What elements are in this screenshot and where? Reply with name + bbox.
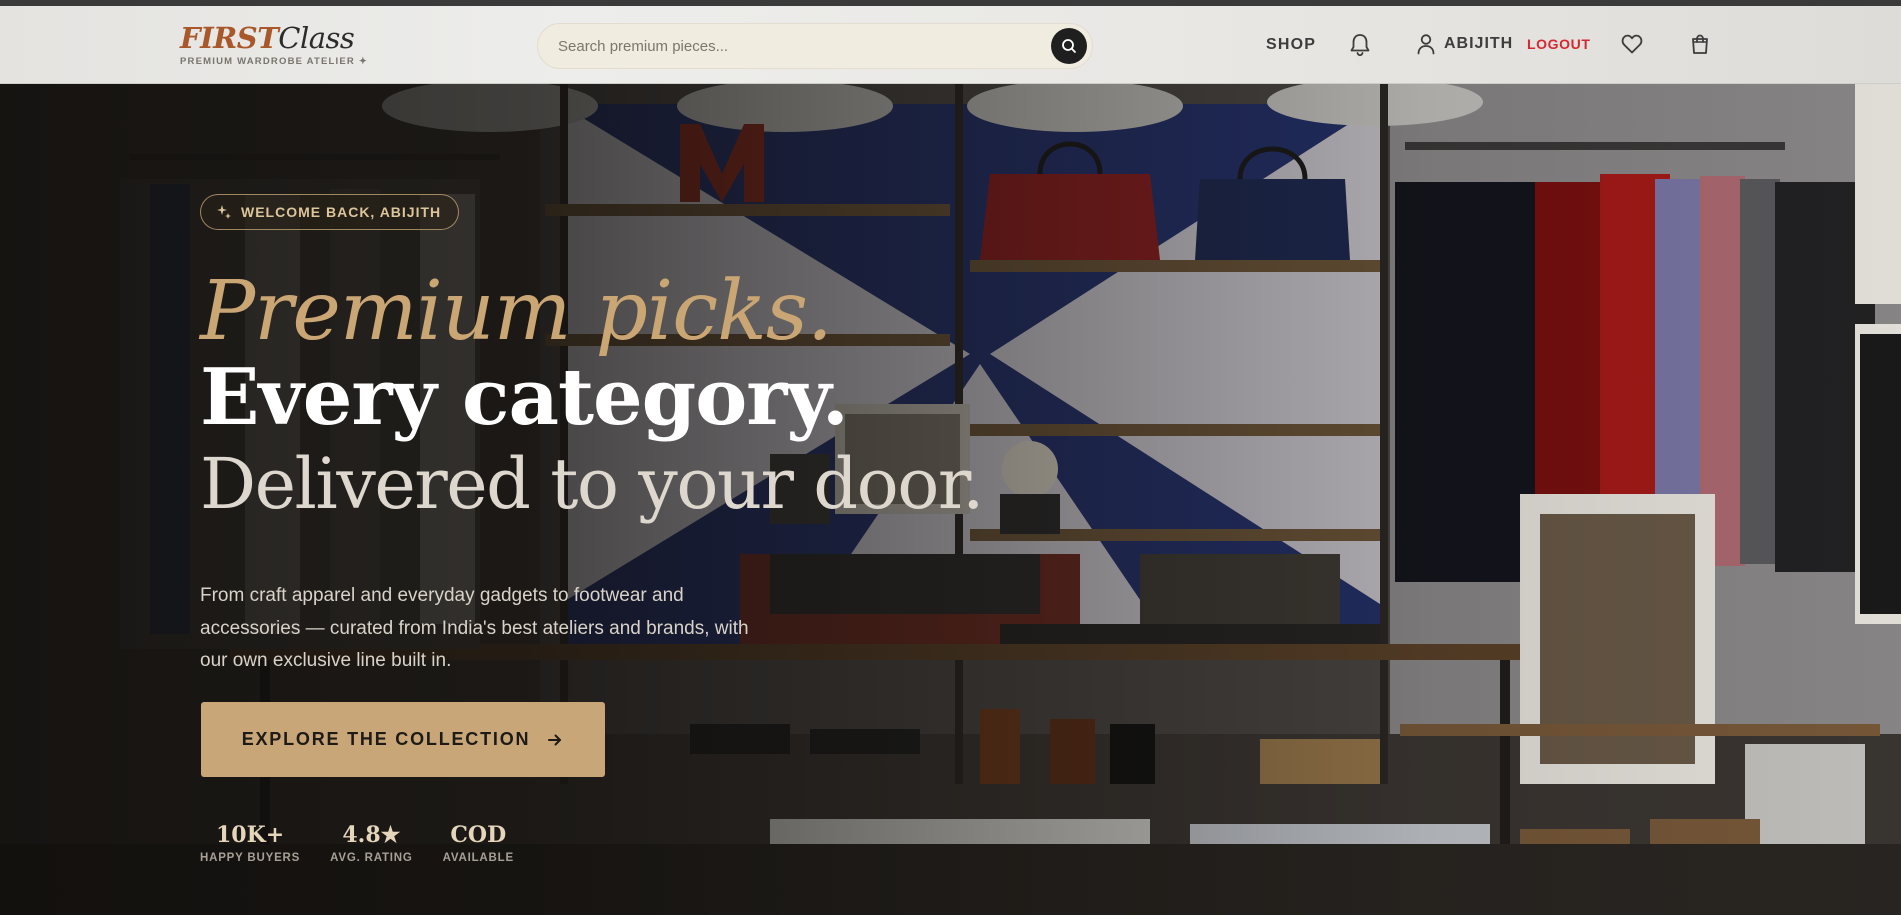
search-button[interactable] xyxy=(1051,28,1087,64)
user-account-menu[interactable]: ABIJITH xyxy=(1416,33,1513,55)
brand-wordmark: FIRSTClass xyxy=(180,22,368,54)
stat-value: COD xyxy=(450,822,507,848)
stat-value: 4.8★ xyxy=(342,822,401,848)
brand-logo[interactable]: FIRSTClass PREMIUM WARDROBE ATELIER ✦ xyxy=(180,22,368,67)
arrow-right-icon xyxy=(548,734,562,745)
hero-description: From craft apparel and everyday gadgets … xyxy=(200,585,749,671)
user-icon xyxy=(1417,34,1435,55)
shopping-bag-icon xyxy=(1692,34,1708,54)
wishlist-button[interactable] xyxy=(1620,32,1644,56)
hero-headline-line3: Delivered to your door. xyxy=(200,443,984,525)
notifications-button[interactable] xyxy=(1348,32,1372,58)
bell-icon xyxy=(1350,34,1370,57)
explore-collection-button[interactable]: EXPLORE THE COLLECTION xyxy=(201,702,605,777)
brand-tagline: PREMIUM WARDROBE ATELIER ✦ xyxy=(180,56,368,67)
heart-icon xyxy=(1621,34,1643,54)
cart-button[interactable] xyxy=(1688,32,1712,56)
stat-label: AVAILABLE xyxy=(442,852,514,864)
search-icon xyxy=(1062,39,1076,53)
stat-label: HAPPY BUYERS xyxy=(200,852,301,864)
user-name: ABIJITH xyxy=(1444,35,1514,52)
welcome-text: WELCOME BACK, ABIJITH xyxy=(241,204,442,220)
hero-headline-line1: Premium picks. xyxy=(200,264,833,359)
stat-happy-buyers: 10K+ HAPPY BUYERS xyxy=(200,821,300,864)
nav-shop-link[interactable]: SHOP xyxy=(1266,36,1316,54)
stat-label: AVG. RATING xyxy=(330,852,413,864)
welcome-badge: WELCOME BACK, ABIJITH xyxy=(200,194,460,230)
hero-headline-line2: Every category. xyxy=(200,352,849,443)
site-header: FIRSTClass PREMIUM WARDROBE ATELIER ✦ SH… xyxy=(0,6,1901,84)
hero-stats: 10K+ HAPPY BUYERS 4.8★ AVG. RATING COD A… xyxy=(200,821,544,864)
search-bar xyxy=(537,23,1093,69)
stat-cod-available: COD AVAILABLE xyxy=(443,821,514,864)
search-input[interactable] xyxy=(556,24,1026,68)
sparkle-icon xyxy=(217,205,231,219)
stat-avg-rating: 4.8★ AVG. RATING xyxy=(330,821,412,864)
stat-value: 10K+ xyxy=(215,822,285,848)
logout-button[interactable]: LOGOUT xyxy=(1527,36,1590,52)
hero-section: WELCOME BACK, ABIJITH Premium picks. Eve… xyxy=(0,84,1901,915)
brand-name-first: FIRST xyxy=(180,21,279,55)
brand-name-second: Class xyxy=(278,21,355,55)
explore-collection-label: EXPLORE THE COLLECTION xyxy=(241,729,531,749)
